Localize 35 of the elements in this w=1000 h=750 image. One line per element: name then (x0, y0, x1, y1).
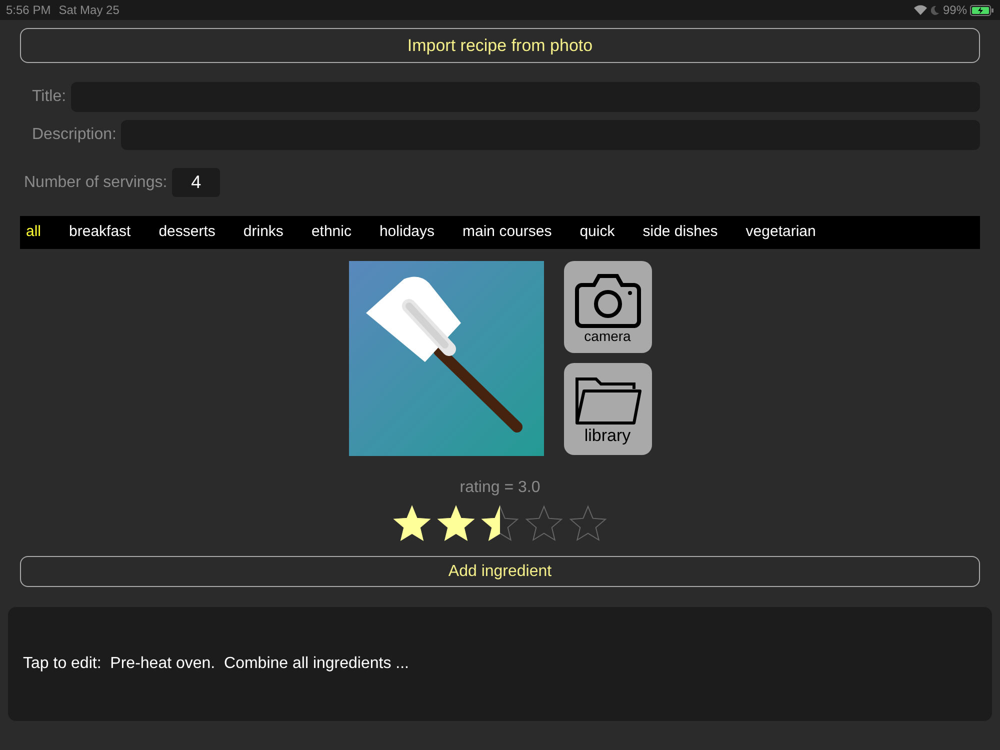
category-tab[interactable]: holidays (379, 221, 435, 244)
field-label: Title: (32, 87, 66, 107)
camera-button[interactable]: camera (564, 261, 652, 353)
category-tab[interactable]: quick (580, 221, 615, 244)
category-tab[interactable]: drinks (243, 221, 284, 244)
wifi-icon (914, 5, 927, 15)
servings-label: Number of servings: (24, 172, 168, 192)
camera-icon (574, 271, 642, 329)
instructions-text: Tap to edit: Pre-heat oven. Combine all ingredients ... (23, 654, 409, 674)
star-empty-icon[interactable] (524, 504, 564, 544)
star-half-icon[interactable] (480, 504, 520, 544)
star-rating[interactable] (392, 504, 608, 544)
rating-text: rating = 3.0 (460, 478, 540, 498)
status-date: Sat May 25 (58, 2, 120, 19)
battery-charging-icon (970, 4, 994, 16)
servings-field[interactable]: 4 (172, 168, 220, 197)
folder-icon (574, 374, 642, 426)
category-tab[interactable]: ethnic (311, 221, 352, 244)
instructions-panel[interactable]: Tap to edit: Pre-heat oven. Combine all ingredients ... (8, 607, 992, 721)
star-filled-icon[interactable] (392, 504, 432, 544)
category-tab[interactable]: breakfast (69, 221, 131, 244)
add-ingredient-button[interactable]: Add ingredient (20, 556, 980, 587)
category-tab[interactable]: all (26, 221, 42, 244)
battery-percent: 99% (942, 2, 967, 19)
category-tab[interactable]: side dishes (642, 221, 718, 244)
field-label: Description: (32, 125, 116, 145)
import-recipe-button[interactable]: Import recipe from photo (20, 28, 980, 63)
moon-icon (930, 6, 939, 14)
library-button[interactable]: library (564, 363, 652, 455)
category-tab[interactable]: main courses (462, 221, 552, 244)
star-filled-icon[interactable] (436, 504, 476, 544)
category-tab[interactable]: desserts (158, 221, 216, 244)
star-empty-icon[interactable] (568, 504, 608, 544)
category-tab[interactable]: vegetarian (746, 221, 816, 244)
status-time: 5:56 PM (6, 2, 51, 19)
